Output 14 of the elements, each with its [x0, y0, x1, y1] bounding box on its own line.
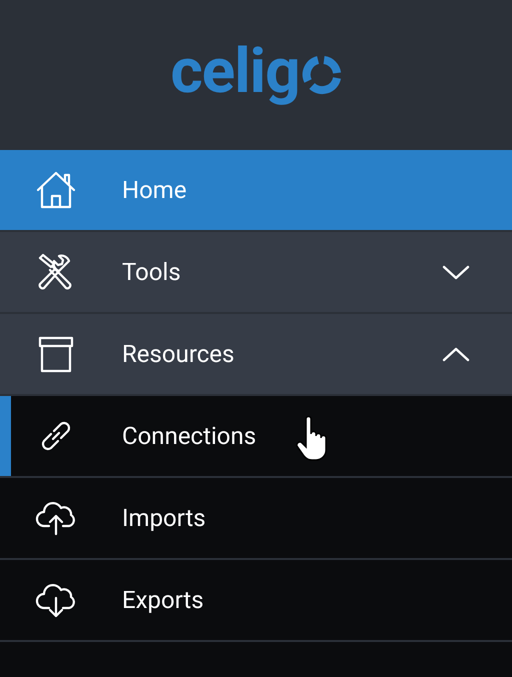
logo-text: celig — [170, 41, 300, 103]
nav-item[interactable]: Resources — [0, 314, 512, 394]
nav-label: Imports — [122, 506, 206, 530]
logo-mark-icon — [302, 55, 342, 95]
nav-label: Tools — [122, 260, 181, 284]
chevron-down-icon[interactable] — [442, 264, 470, 280]
nav-label: Connections — [122, 424, 256, 448]
nav-item[interactable]: Tools — [0, 232, 512, 312]
nav-label: Exports — [122, 588, 204, 612]
nav-label: Resources — [122, 342, 234, 366]
nav-label: Home — [122, 178, 187, 202]
nav-item[interactable]: Home — [0, 150, 512, 230]
hand-cursor-icon — [294, 416, 330, 462]
chevron-up-icon[interactable] — [442, 346, 470, 362]
